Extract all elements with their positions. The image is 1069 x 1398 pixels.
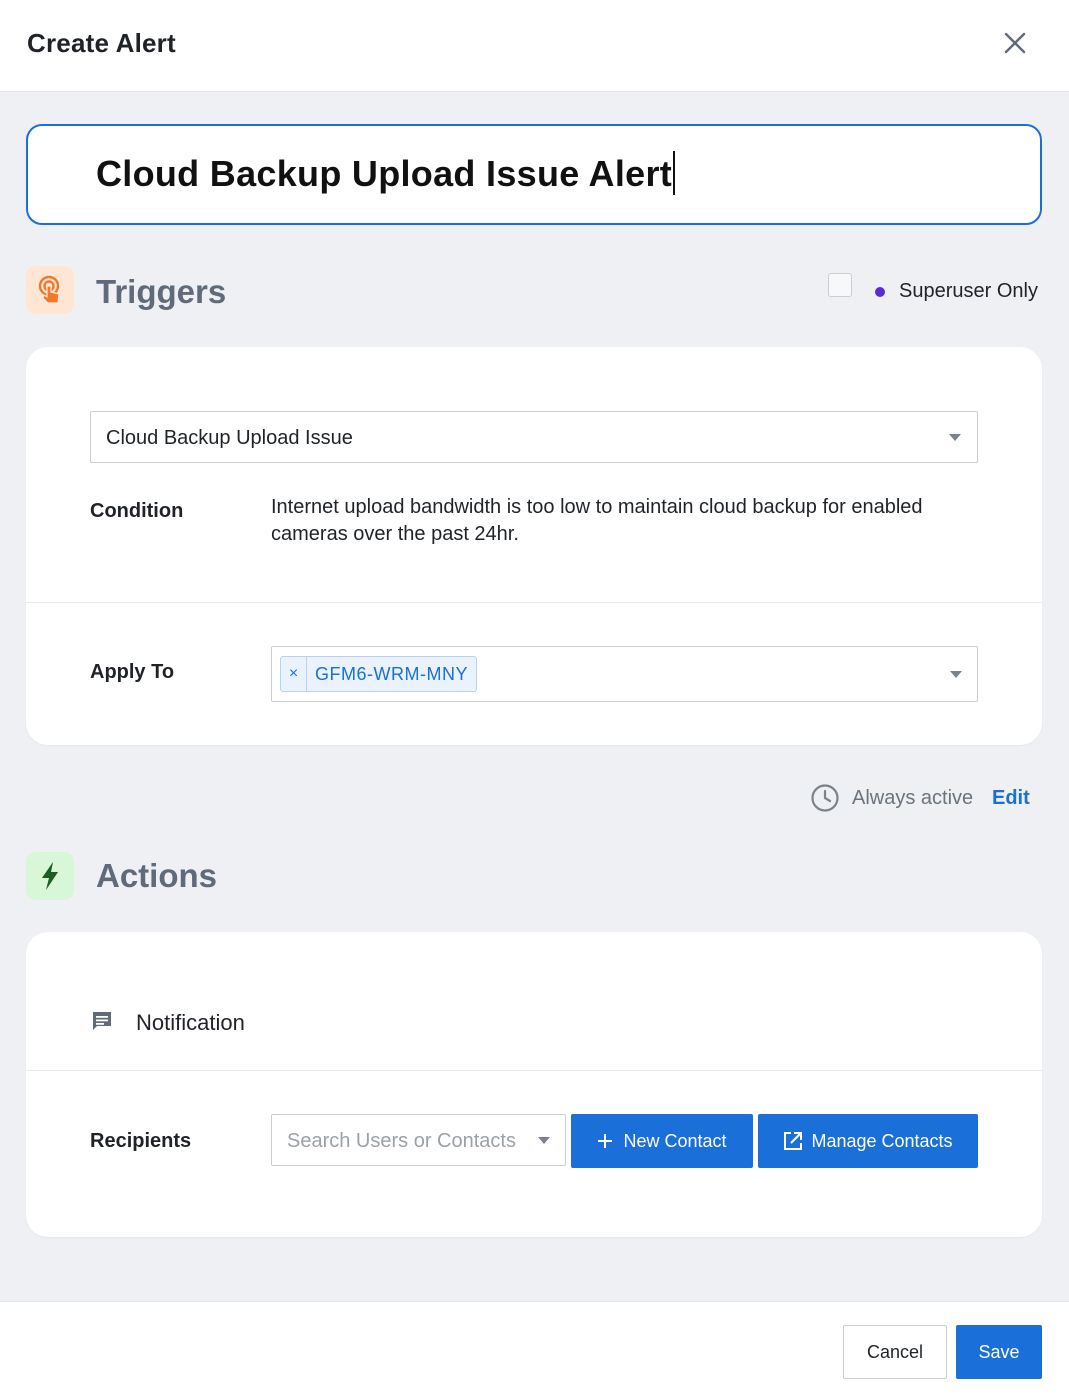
trigger-type-value: Cloud Backup Upload Issue bbox=[106, 427, 353, 449]
tag-label: GFM6-WRM-MNY bbox=[315, 663, 468, 684]
trigger-type-select[interactable]: Cloud Backup Upload Issue bbox=[90, 411, 978, 463]
superuser-only-label: Superuser Only bbox=[899, 280, 1038, 302]
triggers-card: Cloud Backup Upload Issue Condition Inte… bbox=[26, 347, 1042, 745]
close-icon bbox=[1004, 32, 1026, 54]
superuser-only-checkbox[interactable] bbox=[828, 273, 852, 297]
chevron-down-icon bbox=[950, 671, 962, 678]
schedule-edit-link[interactable]: Edit bbox=[992, 787, 1030, 810]
recipients-search-input[interactable]: Search Users or Contacts bbox=[271, 1114, 566, 1166]
condition-label: Condition bbox=[90, 500, 184, 522]
triggers-divider bbox=[26, 602, 1042, 603]
chevron-down-icon bbox=[949, 434, 961, 441]
modal-title: Create Alert bbox=[27, 28, 176, 58]
manage-contacts-button[interactable]: Manage Contacts bbox=[758, 1114, 978, 1168]
message-icon bbox=[93, 1012, 111, 1030]
condition-line-1: Internet upload bandwidth is too low to … bbox=[271, 496, 923, 518]
text-caret bbox=[673, 151, 676, 196]
new-contact-button[interactable]: New Contact bbox=[571, 1114, 753, 1168]
clock-icon bbox=[811, 784, 839, 812]
chevron-down-icon bbox=[538, 1137, 550, 1144]
actions-card: Notification Recipients Search Users or … bbox=[26, 932, 1042, 1237]
alert-name-input[interactable]: Cloud Backup Upload Issue Alert bbox=[26, 124, 1042, 225]
actions-divider bbox=[26, 1070, 1042, 1071]
modal-footer: Cancel Save bbox=[0, 1301, 1069, 1398]
actions-section-icon bbox=[26, 852, 74, 900]
actions-title: Actions bbox=[96, 857, 218, 894]
lightning-bolt-icon bbox=[42, 862, 58, 890]
notification-label: Notification bbox=[136, 1010, 245, 1035]
modal-header: Create Alert bbox=[0, 0, 1069, 92]
plus-icon bbox=[598, 1134, 613, 1148]
save-button[interactable]: Save bbox=[956, 1325, 1042, 1379]
condition-line-2: cameras over the past 24hr. bbox=[271, 523, 519, 545]
external-link-icon bbox=[784, 1132, 803, 1150]
touch-hand-icon bbox=[38, 275, 60, 304]
apply-to-tag: × GFM6-WRM-MNY bbox=[280, 656, 477, 692]
superuser-indicator-dot bbox=[875, 287, 885, 297]
cancel-button[interactable]: Cancel bbox=[843, 1325, 947, 1379]
schedule-status: Always active bbox=[852, 787, 974, 809]
manage-contacts-label: Manage Contacts bbox=[811, 1130, 953, 1151]
recipients-label: Recipients bbox=[90, 1130, 192, 1152]
apply-to-select[interactable]: × GFM6-WRM-MNY bbox=[271, 646, 978, 702]
alert-name-value: Cloud Backup Upload Issue Alert bbox=[96, 151, 676, 196]
recipients-search-placeholder: Search Users or Contacts bbox=[287, 1130, 516, 1152]
triggers-title: Triggers bbox=[96, 273, 227, 310]
apply-to-label: Apply To bbox=[90, 661, 175, 683]
new-contact-label: New Contact bbox=[623, 1130, 727, 1151]
tag-remove-button[interactable]: × bbox=[281, 657, 307, 691]
triggers-section-icon bbox=[26, 266, 74, 314]
close-button[interactable] bbox=[996, 24, 1034, 62]
